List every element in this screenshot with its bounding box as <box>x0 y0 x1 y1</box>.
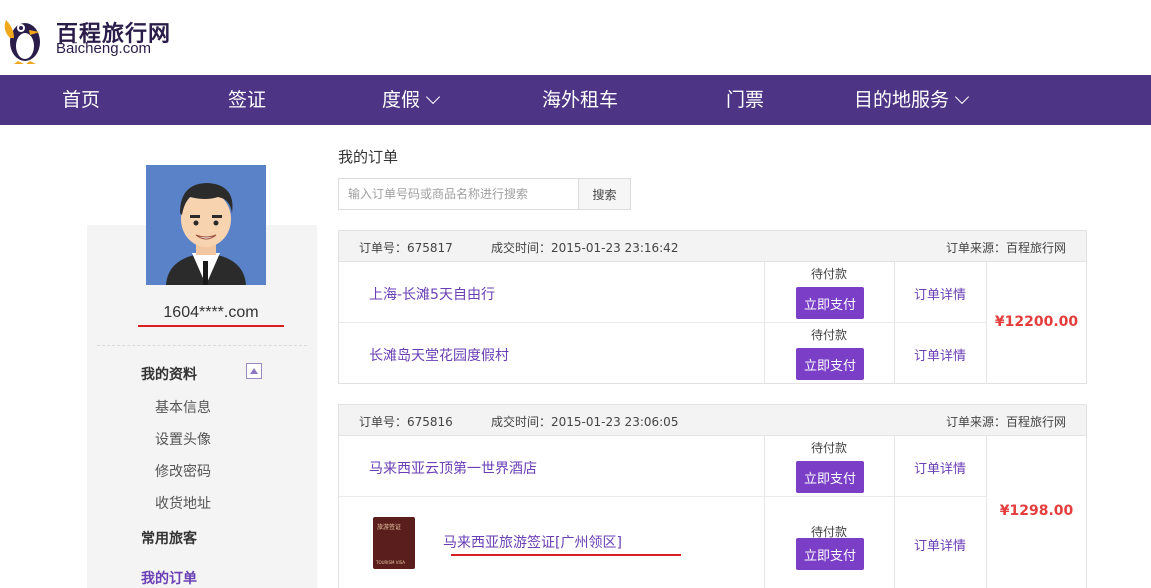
chevron-down-icon <box>954 89 970 105</box>
nav-car-rental[interactable]: 海外租车 <box>542 75 618 125</box>
order-detail-link[interactable]: 订单详情 <box>894 458 986 477</box>
order-total-price: ¥1298.00 <box>999 503 1074 519</box>
product-link[interactable]: 马来西亚云顶第一世界酒店 <box>369 458 537 478</box>
sidebar-section-orders[interactable]: 我的订单 <box>141 568 197 588</box>
order-time: 成交时间：2015-01-23 23:06:05 <box>491 415 679 429</box>
search-button[interactable]: 搜索 <box>579 178 631 210</box>
site-logo[interactable]: 百程旅行网 Baicheng.com <box>0 0 300 75</box>
sidebar-item-shipping-address[interactable]: 收货地址 <box>155 493 211 513</box>
sidebar-item-set-avatar[interactable]: 设置头像 <box>155 429 211 449</box>
avatar[interactable] <box>146 165 266 285</box>
order-search-input[interactable] <box>338 178 579 210</box>
visa-product-thumbnail[interactable]: 旅游签证 TOURISM VISA <box>373 517 415 569</box>
order-source: 订单来源：百程旅行网 <box>945 241 1066 255</box>
thumbnail-subtitle: TOURISM VISA <box>376 560 406 565</box>
avatar-illustration <box>146 165 266 285</box>
nav-label: 海外租车 <box>542 89 619 111</box>
product-link[interactable]: 长滩岛天堂花园度假村 <box>369 345 509 365</box>
order-status: 待付款 <box>810 328 847 342</box>
sidebar-item-change-password[interactable]: 修改密码 <box>155 461 211 481</box>
order-number: 订单号：675817 <box>359 241 453 255</box>
penguin-mascot-icon <box>4 20 40 64</box>
order-card: 订单号：675817 成交时间：2015-01-23 23:16:42 订单来源… <box>338 230 1087 384</box>
sidebar-divider <box>97 345 307 346</box>
pay-now-button[interactable]: 立即支付 <box>796 461 864 493</box>
chevron-down-icon <box>425 89 441 105</box>
nav-destination-services[interactable]: 目的地服务 <box>854 75 970 125</box>
nav-label: 首页 <box>62 89 101 111</box>
nav-visa[interactable]: 签证 <box>228 75 266 125</box>
order-header: 订单号：675817 成交时间：2015-01-23 23:16:42 订单来源… <box>339 231 1086 262</box>
order-item-row: 长滩岛天堂花园度假村 待付款 立即支付 订单详情 <box>339 323 986 384</box>
sidebar-section-profile[interactable]: 我的资料 <box>141 364 197 384</box>
pay-now-button[interactable]: 立即支付 <box>796 348 864 380</box>
order-card: 订单号：675816 成交时间：2015-01-23 23:06:05 订单来源… <box>338 404 1087 588</box>
nav-label: 签证 <box>228 89 267 111</box>
order-detail-link[interactable]: 订单详情 <box>894 345 986 364</box>
order-status: 待付款 <box>810 267 847 281</box>
nav-label: 目的地服务 <box>854 89 950 111</box>
nav-vacation[interactable]: 度假 <box>382 75 441 125</box>
order-header: 订单号：675816 成交时间：2015-01-23 23:06:05 订单来源… <box>339 405 1086 436</box>
product-link[interactable]: 马来西亚旅游签证[广州领区] <box>443 532 622 552</box>
product-link[interactable]: 上海-长滩5天自由行 <box>369 284 495 304</box>
nav-label: 门票 <box>726 89 765 111</box>
order-item-row: 马来西亚云顶第一世界酒店 待付款 立即支付 订单详情 <box>339 436 986 497</box>
order-time: 成交时间：2015-01-23 23:16:42 <box>491 241 679 255</box>
nav-label: 度假 <box>382 89 421 111</box>
pay-now-button[interactable]: 立即支付 <box>796 538 864 570</box>
username: 1604****.com <box>163 304 259 321</box>
order-item-row: 旅游签证 TOURISM VISA 马来西亚旅游签证[广州领区] 待付款 立即支… <box>339 497 986 588</box>
sidebar-item-basic-info[interactable]: 基本信息 <box>155 397 211 417</box>
collapse-toggle-icon[interactable] <box>246 363 262 379</box>
order-source: 订单来源：百程旅行网 <box>945 415 1066 429</box>
product-annotation-underline <box>451 554 681 556</box>
order-detail-link[interactable]: 订单详情 <box>894 535 986 554</box>
order-number: 订单号：675816 <box>359 415 453 429</box>
nav-home[interactable]: 首页 <box>62 75 100 125</box>
brand-name-en: Baicheng.com <box>56 40 152 57</box>
thumbnail-title: 旅游签证 <box>377 524 402 531</box>
order-detail-link[interactable]: 订单详情 <box>894 284 986 303</box>
nav-tickets[interactable]: 门票 <box>726 75 764 125</box>
order-total-price: ¥12200.00 <box>994 314 1079 330</box>
order-item-row: 上海-长滩5天自由行 待付款 立即支付 订单详情 <box>339 262 986 323</box>
main-navbar: 首页 签证 度假 海外租车 门票 目的地服务 <box>0 75 1151 125</box>
pay-now-button[interactable]: 立即支付 <box>796 287 864 319</box>
order-status: 待付款 <box>810 441 847 455</box>
sidebar-section-travelers[interactable]: 常用旅客 <box>141 528 197 548</box>
username-annotation-underline <box>138 325 284 327</box>
page-title: 我的订单 <box>338 148 399 166</box>
